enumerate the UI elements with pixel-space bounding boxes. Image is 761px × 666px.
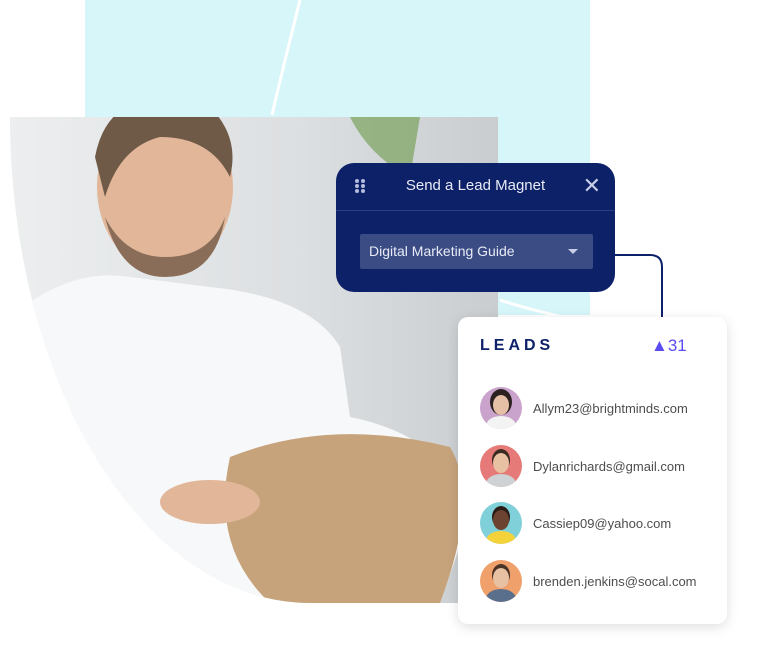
avatar [480,387,522,429]
avatar [480,560,522,602]
lead-email: Allym23@brightminds.com [533,400,688,416]
connector-line [614,254,663,318]
lead-email: brenden.jenkins@socal.com [533,573,697,589]
leads-title: LEADS [480,337,555,354]
dropdown-value: Digital Marketing Guide [369,243,515,259]
modal-title: Send a Lead Magnet [405,177,546,194]
lead-item[interactable]: Allym23@brightminds.com [480,387,688,429]
avatar [480,502,522,544]
lead-item[interactable]: brenden.jenkins@socal.com [480,560,697,602]
leads-card: LEADS ▲31 Allym23@brightminds.com Dylanr… [458,317,727,624]
lead-magnet-dropdown[interactable]: Digital Marketing Guide [360,234,593,269]
lead-email: Cassiep09@yahoo.com [533,515,672,531]
close-icon[interactable]: ✕ [583,173,601,199]
lead-item[interactable]: Cassiep09@yahoo.com [480,502,671,544]
caret-down-icon [568,249,578,254]
leads-count: ▲31 [651,336,687,355]
modal-header: Send a Lead Magnet ✕ [336,163,615,211]
lead-email: Dylanrichards@gmail.com [533,458,685,474]
lead-magnet-modal: Send a Lead Magnet ✕ Digital Marketing G… [336,163,615,292]
avatar [480,445,522,487]
lead-item[interactable]: Dylanrichards@gmail.com [480,445,685,487]
triangle-up-icon: ▲ [651,336,668,355]
